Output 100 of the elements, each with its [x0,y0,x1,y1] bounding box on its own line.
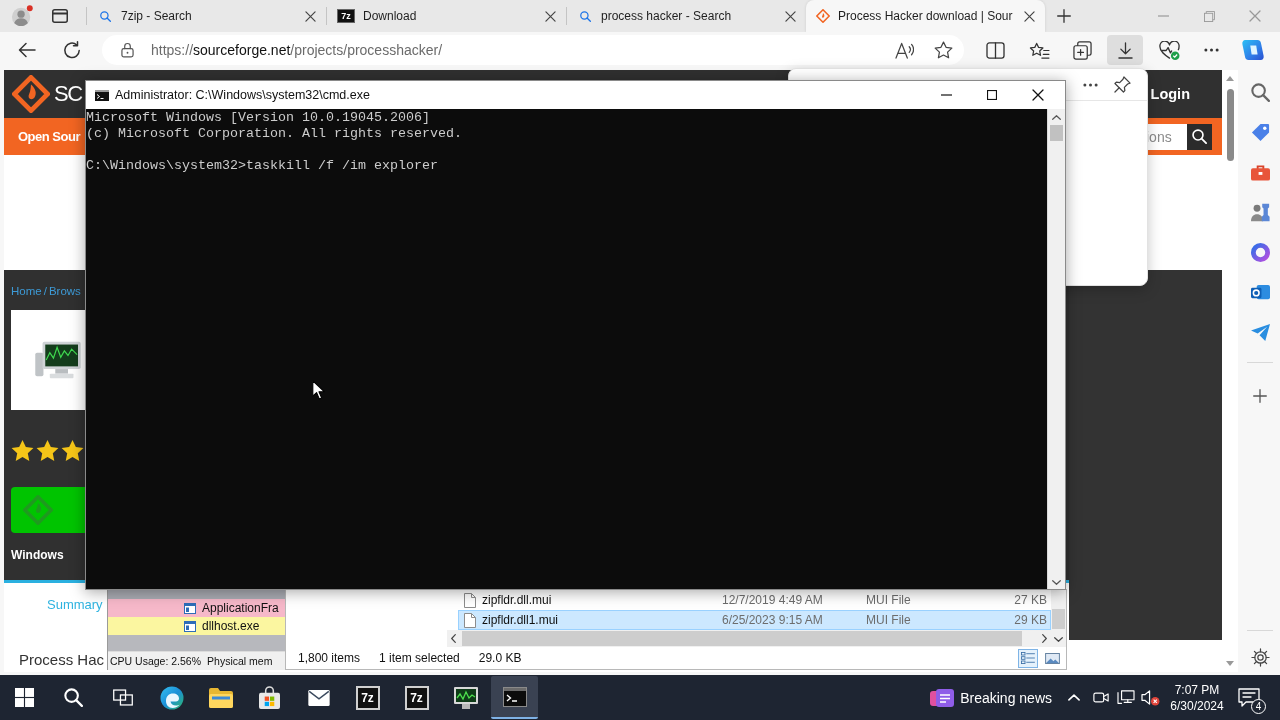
app-window-icon [184,602,196,614]
chevron-right-icon[interactable] [1042,634,1047,643]
breadcrumb-link[interactable]: Brows [48,284,81,298]
paper-plane-icon[interactable] [1250,322,1270,342]
plus-icon[interactable] [1253,389,1267,403]
app-logo: 7z [355,685,380,710]
close-icon[interactable] [545,10,556,22]
scrollbar-thumb[interactable] [1050,125,1063,141]
process-name: dllhost.exe [202,619,260,633]
triangle-up-icon[interactable] [1226,76,1234,81]
browser-tab[interactable]: 7zip - Search [87,0,326,32]
file-type: MUI File [866,613,912,627]
scrollbar-thumb[interactable] [462,631,1022,646]
ring-icon[interactable] [1250,242,1270,262]
scrollbar-thumb[interactable] [1226,89,1234,161]
status-text: Physical mem [207,655,273,667]
volume-muted-icon[interactable] [1141,689,1160,706]
network-icon[interactable] [1117,689,1135,706]
profile-icon[interactable] [11,5,33,27]
favorites-icon[interactable] [1029,41,1050,59]
mail-icon[interactable] [1250,282,1270,302]
collections-icon[interactable] [1073,40,1092,60]
diamond-logo-icon [816,9,830,23]
pin-icon[interactable] [1114,76,1131,93]
news-widget[interactable]: Breaking news [926,677,1056,718]
diamond-logo-icon[interactable] [12,75,50,113]
more-icon[interactable] [1083,82,1098,87]
clock-date[interactable]: 6/30/2024 [1170,697,1224,714]
file-size: 29 KB [1013,613,1048,627]
status-text: CPU Usage: 2.56% [110,655,202,667]
terminal-icon [95,89,109,101]
app-logo: 7z [337,9,355,23]
chevron-up-icon[interactable] [1052,115,1061,120]
picture-icon [1044,652,1060,664]
split-screen-icon[interactable] [986,41,1005,59]
file-date: 6/25/2023 9:15 AM [722,613,824,627]
breadcrumb-link[interactable]: Home [11,284,42,298]
chevron-down-icon[interactable] [1052,580,1061,585]
console-line: C:\Windows\system32>taskkill /f /im explorer [86,158,439,174]
browser-tab[interactable]: 7z Download [327,0,566,32]
task-view-icon [112,689,133,706]
taskbar-button[interactable]: 7z [393,676,440,719]
list-icon [1021,652,1035,664]
plus-icon[interactable] [1057,9,1071,23]
tag-icon[interactable] [1250,122,1270,142]
status-text: 1,800 items [298,651,361,665]
close-icon[interactable] [305,10,316,22]
horizontal-scrollbar[interactable] [447,630,1051,647]
browser-tab[interactable]: Process Hacker download | Sour [806,0,1045,32]
maximize-icon[interactable] [987,90,997,100]
star-icon[interactable] [934,41,953,59]
search-icon [100,10,111,22]
browser-tab[interactable]: process hacker - Search [567,0,806,32]
status-text: 1 item selected [379,651,460,665]
app-logo-icon[interactable] [1242,39,1264,61]
refresh-icon[interactable] [63,41,81,59]
news-icon [930,687,955,708]
file-size: 27 KB [1013,593,1048,607]
url-text: https://sourceforge.net/projects/processhacker/ [151,42,443,58]
notification-icon[interactable] [1238,687,1260,708]
star-icon [11,440,34,462]
logo-text[interactable]: SC [54,81,82,107]
address-bar[interactable]: https://sourceforge.net/projects/processhacker/ [102,35,964,65]
toolbox-icon[interactable] [1250,162,1270,182]
file-row[interactable]: zipfldr.dll.mui 12/7/2019 4:49 AM MUI File 27 KB [458,590,1051,610]
heart-icon[interactable] [1159,40,1180,60]
close-icon[interactable] [785,10,796,22]
chess-piece-icon[interactable] [1250,202,1270,222]
terminal-icon [502,686,527,707]
chevron-left-icon[interactable] [451,634,456,643]
window-icon[interactable] [52,9,68,23]
clock-time[interactable]: 7:07 PM [1174,681,1220,698]
vertical-scrollbar[interactable] [1047,109,1065,589]
login-link[interactable]: Login [1150,86,1190,102]
close-icon[interactable] [1024,10,1035,22]
close-icon[interactable] [1032,89,1044,101]
vertical-scrollbar[interactable] [1051,590,1066,647]
scrollbar-thumb[interactable] [1052,609,1065,629]
search-button[interactable] [1187,123,1212,150]
back-icon[interactable] [18,42,36,58]
search-icon [580,10,591,22]
settings-icon[interactable] [1250,647,1270,667]
file-row[interactable]: zipfldr.dll1.mui 6/25/2023 9:15 AM MUI File 29 KB [458,610,1051,630]
star-icon [36,440,59,462]
view-button[interactable] [1018,648,1038,668]
triangle-down-icon[interactable] [1226,661,1234,666]
search-icon[interactable] [1250,82,1270,102]
lock-icon[interactable] [121,42,134,58]
downloads-button[interactable] [1107,35,1143,65]
video-camera-icon[interactable] [1093,690,1109,705]
console-line: (c) Microsoft Corporation. All rights reserved. [86,126,463,142]
file-date: 12/7/2019 4:49 AM [722,593,824,607]
download-icon [1117,41,1133,59]
more-icon[interactable] [1204,48,1219,52]
chevron-down-icon[interactable] [1054,637,1063,642]
read-aloud-icon[interactable] [895,41,914,59]
folder-icon [208,687,233,708]
taskbar-button[interactable] [491,676,538,719]
taskbar-button[interactable]: 7z [344,676,391,719]
minimize-icon[interactable] [940,94,952,96]
